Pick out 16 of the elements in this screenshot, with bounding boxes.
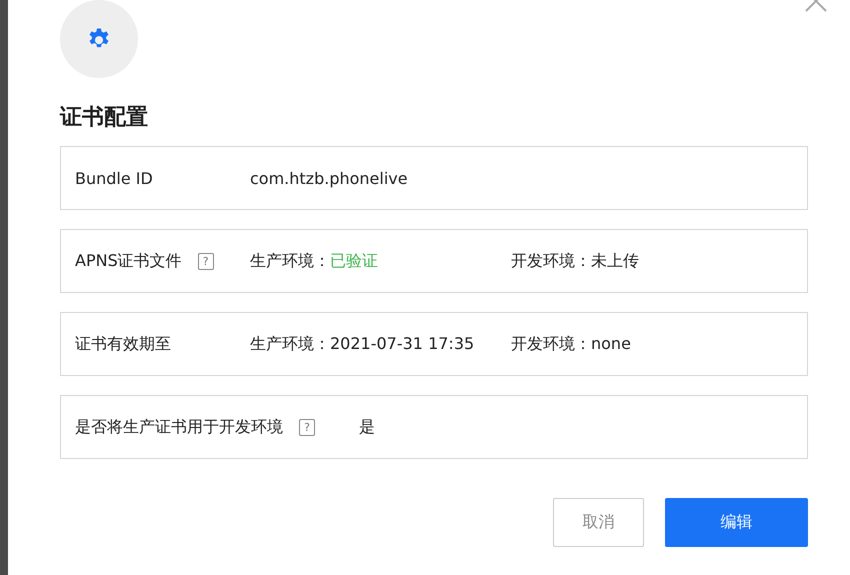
help-icon[interactable]: ? bbox=[299, 418, 315, 436]
row-value: com.htzb.phonelive bbox=[250, 168, 409, 188]
row-label: 是否将生产证书用于开发环境 bbox=[75, 416, 283, 438]
dialog-title: 证书配置 bbox=[60, 104, 149, 132]
row-label: Bundle ID bbox=[75, 168, 153, 188]
help-icon[interactable]: ? bbox=[198, 252, 214, 270]
row-value: 开发环境：未上传 bbox=[511, 250, 640, 272]
edit-button[interactable]: 编辑 bbox=[665, 498, 808, 547]
row-value: 是 bbox=[359, 416, 376, 438]
row-value: 生产环境：已验证 bbox=[250, 250, 379, 272]
close-icon[interactable] bbox=[805, 0, 827, 12]
row-label: 证书有效期至 bbox=[75, 334, 171, 354]
row-value: 开发环境：none bbox=[511, 334, 632, 354]
cancel-button[interactable]: 取消 bbox=[553, 498, 644, 547]
row-value: 生产环境：2021-07-31 17:35 bbox=[250, 334, 476, 354]
row-label: APNS证书文件 bbox=[75, 250, 182, 272]
